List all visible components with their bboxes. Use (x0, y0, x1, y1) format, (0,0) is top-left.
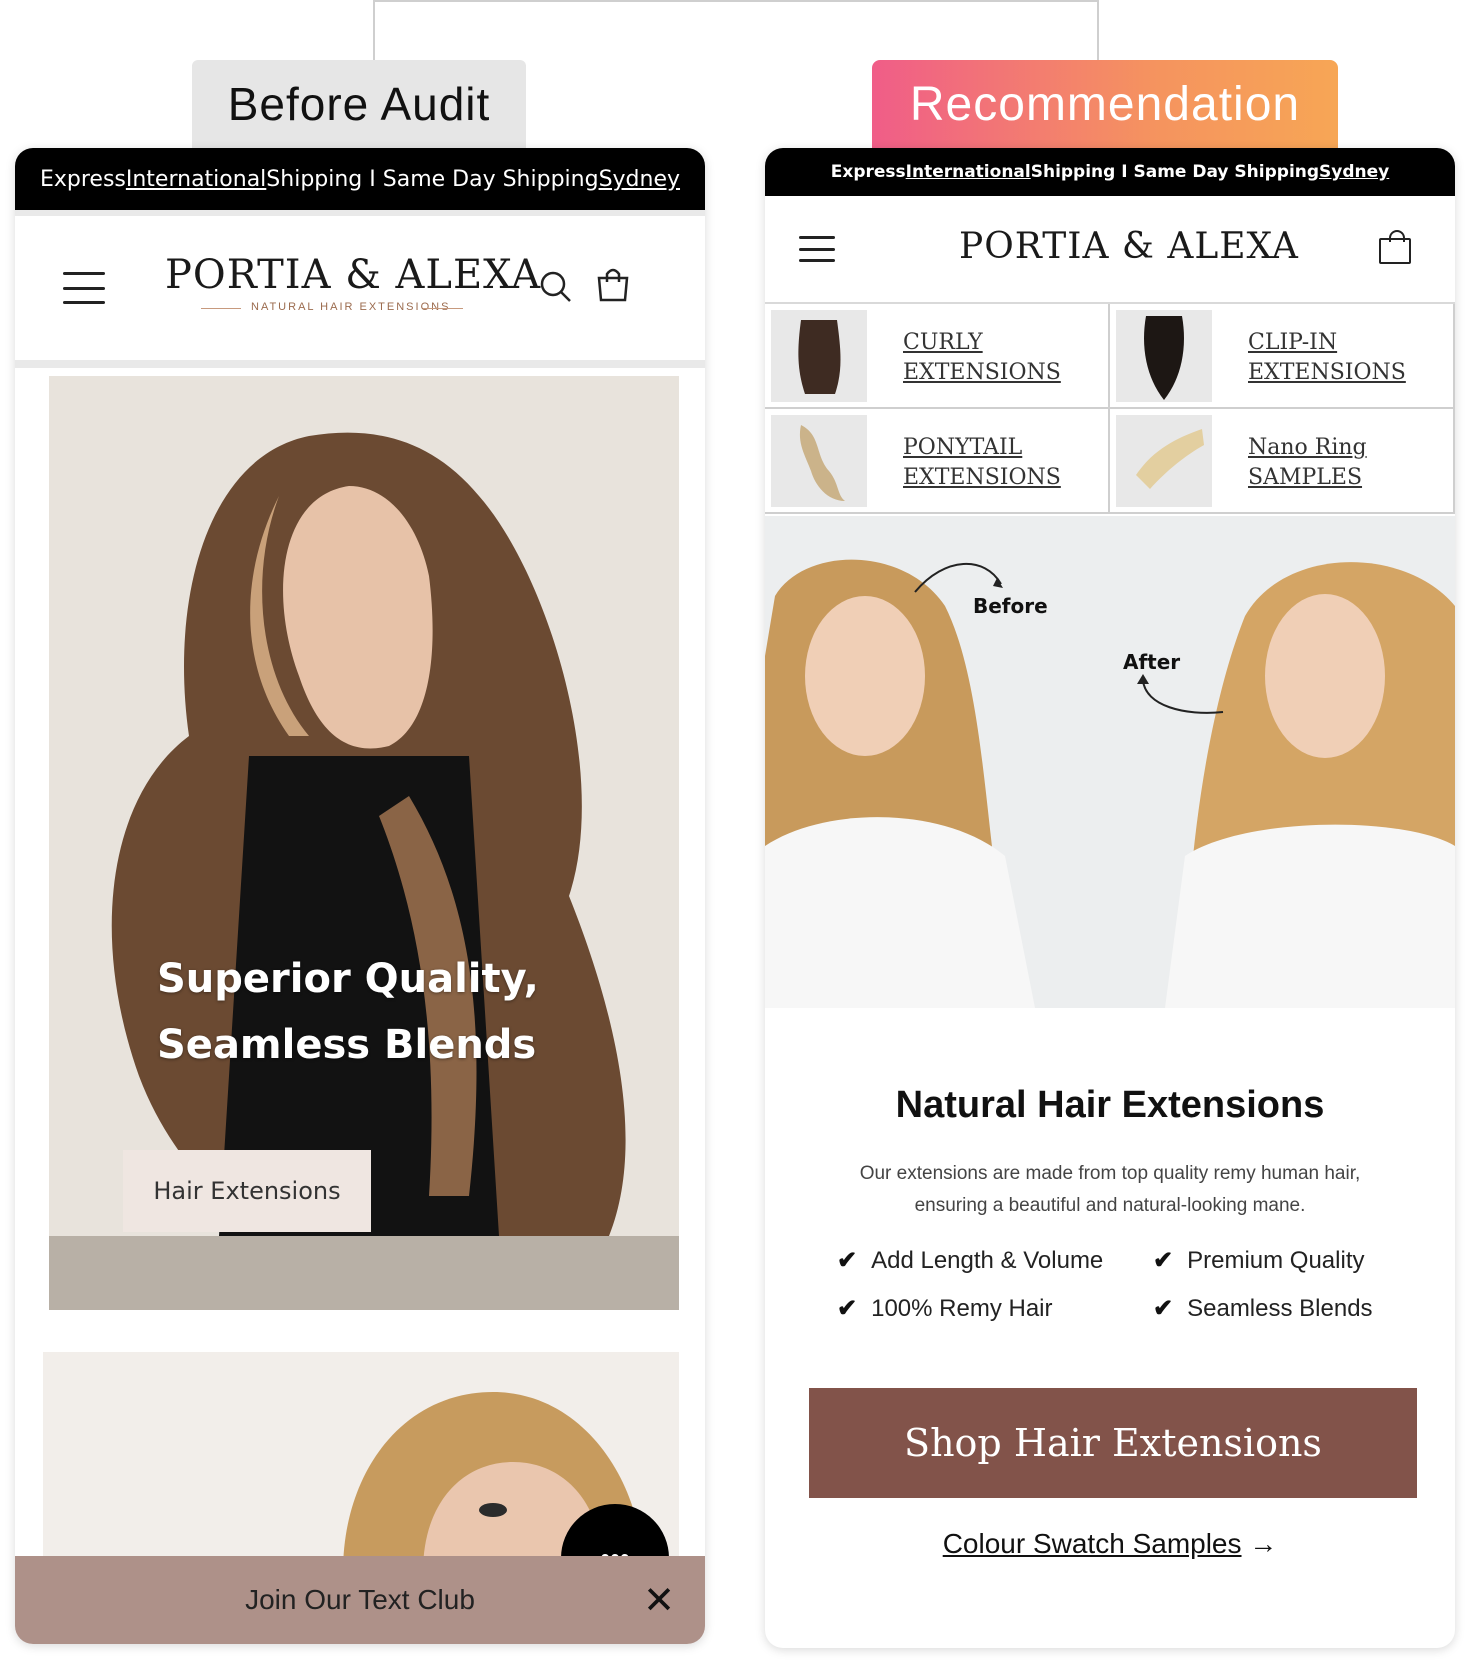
brand-logo[interactable]: PORTIA & ALEXA (165, 252, 541, 298)
search-icon[interactable] (539, 270, 573, 304)
recommendation-label: Recommendation (872, 60, 1338, 148)
check-icon: ✔ (837, 1295, 858, 1322)
brand-tagline: NATURAL HAIR EXTENSIONS (251, 301, 451, 313)
before-after-image: Before After (765, 516, 1455, 1008)
before-phone: Express International Shipping I Same Da… (15, 148, 705, 1644)
shop-hair-extensions-button[interactable]: Shop Hair Extensions (809, 1388, 1417, 1498)
international-link[interactable]: International (126, 167, 266, 192)
section-title: Natural Hair Extensions (895, 1084, 1325, 1126)
colour-swatch-link[interactable]: Colour Swatch Samples → (765, 1528, 1455, 1560)
feature-item: ✔ Add Length & Volume (837, 1247, 1104, 1274)
category-curly-extensions[interactable]: CURLY EXTENSIONS (765, 304, 1110, 409)
shopping-bag-icon[interactable] (1379, 230, 1411, 264)
hair-extensions-button[interactable]: Hair Extensions (123, 1150, 371, 1232)
ponytail-extensions-thumbnail (771, 415, 867, 507)
text-club-bar[interactable]: Join Our Text Club ✕ (15, 1556, 705, 1644)
connector-line (373, 0, 1099, 64)
before-audit-label: Before Audit (192, 60, 526, 148)
sydney-link[interactable]: Sydney (1319, 162, 1389, 182)
shipping-announcement-bar[interactable]: Express International Shipping I Same Da… (15, 148, 705, 210)
close-icon[interactable]: ✕ (643, 1578, 675, 1623)
feature-item: ✔ 100% Remy Hair (837, 1295, 1053, 1322)
menu-icon[interactable] (63, 272, 105, 304)
after-label: After (1123, 650, 1181, 674)
hero-headline-line2: Seamless Blends (157, 1022, 537, 1068)
tagline-rule-right (423, 308, 463, 309)
clip-in-extensions-thumbnail (1116, 310, 1212, 402)
sydney-link[interactable]: Sydney (599, 167, 680, 192)
text-club-label: Join Our Text Club (245, 1584, 475, 1615)
check-icon: ✔ (1153, 1295, 1174, 1322)
category-clip-in-extensions[interactable]: CLIP-IN EXTENSIONS (1110, 304, 1455, 409)
international-link[interactable]: International (906, 162, 1031, 182)
check-icon: ✔ (1153, 1247, 1174, 1274)
feature-item: ✔ Seamless Blends (1153, 1295, 1373, 1322)
tagline-rule-left (201, 308, 241, 309)
before-label: Before (973, 594, 1048, 618)
hero-headline-line1: Superior Quality, (157, 956, 539, 1002)
category-ponytail-extensions[interactable]: PONYTAIL EXTENSIONS (765, 409, 1110, 514)
arrow-right-icon: → (1249, 1528, 1278, 1559)
shipping-announcement-bar[interactable]: Express International Shipping I Same Da… (765, 148, 1455, 196)
nano-ring-samples-thumbnail (1116, 415, 1212, 507)
feature-item: ✔ Premium Quality (1153, 1247, 1365, 1274)
section-description: Our extensions are made from top quality… (859, 1163, 1361, 1216)
site-header: PORTIA & ALEXA NATURAL HAIR EXTENSIONS (15, 210, 705, 368)
site-header: PORTIA & ALEXA (765, 196, 1455, 304)
check-icon: ✔ (837, 1247, 858, 1274)
comparison-canvas: Before Audit Recommendation Express Inte… (0, 0, 1468, 1668)
category-grid: CURLY EXTENSIONS CLIP-IN EXTENSIONS PONYTA… (765, 304, 1455, 514)
shopping-bag-icon[interactable] (595, 266, 631, 304)
menu-icon[interactable] (799, 236, 835, 262)
brand-logo[interactable]: PORTIA & ALEXA (959, 226, 1299, 267)
recommended-phone: Express International Shipping I Same Da… (765, 148, 1455, 1648)
curly-extensions-thumbnail (771, 310, 867, 402)
category-nano-ring-samples[interactable]: Nano Ring SAMPLES (1110, 409, 1455, 514)
